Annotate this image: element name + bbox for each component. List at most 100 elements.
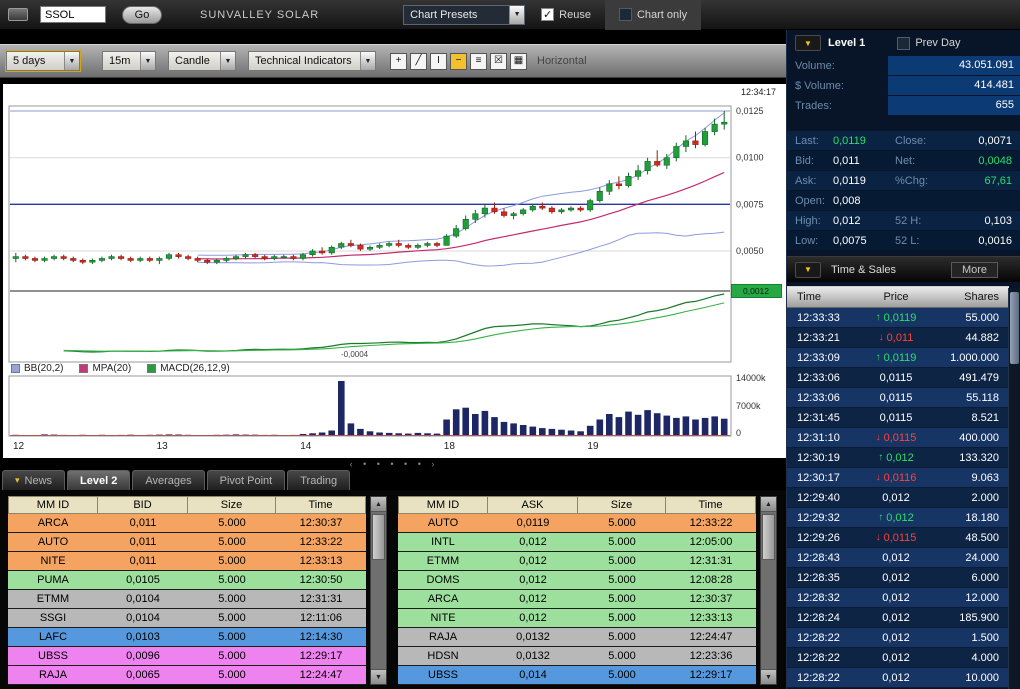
- time-sales-row[interactable]: 12:31:450,01158.521: [787, 408, 1009, 428]
- window-menu-icon[interactable]: [8, 8, 28, 21]
- go-button[interactable]: Go: [122, 6, 162, 24]
- level2-row[interactable]: UBSS0,00965.00012:29:17: [8, 647, 366, 666]
- chart-type-dropdown[interactable]: Candle ▼: [168, 51, 236, 71]
- time-sales-row[interactable]: 12:28:350,0126.000: [787, 568, 1009, 588]
- time-sales-row[interactable]: 12:28:220,0124.000: [787, 648, 1009, 668]
- scrollbar-thumb[interactable]: [762, 514, 775, 560]
- table-header-row: MM IDASKSizeTime: [398, 496, 756, 514]
- tab-news[interactable]: ▾News: [2, 470, 65, 490]
- tool-minus-icon[interactable]: −: [450, 53, 467, 70]
- time-sales-row[interactable]: 12:28:220,01210.000: [787, 668, 1009, 688]
- tool-ibeam-icon[interactable]: I: [430, 53, 447, 70]
- time-sales-row[interactable]: 12:28:240,012185.900: [787, 608, 1009, 628]
- time-sales-row[interactable]: 12:30:17↓0,01169.063: [787, 468, 1009, 488]
- tab-pivot-point[interactable]: Pivot Point: [207, 470, 286, 490]
- prev-day-checkbox-group[interactable]: Prev Day: [897, 37, 960, 50]
- tool-grid-icon[interactable]: ▦: [510, 53, 527, 70]
- time-sales-row[interactable]: 12:28:220,0121.500: [787, 628, 1009, 648]
- scroll-down-icon[interactable]: ▼: [371, 669, 386, 684]
- level1-header: ▼ Level 1 Prev Day: [787, 30, 1020, 56]
- time-sales-row[interactable]: 12:33:060,011555.118: [787, 388, 1009, 408]
- level2-row[interactable]: ETMM0,0125.00012:31:31: [398, 552, 756, 571]
- level2-row[interactable]: ETMM0,01045.00012:31:31: [8, 590, 366, 609]
- chevron-down-icon[interactable]: ▼: [64, 52, 79, 70]
- level2-row[interactable]: RAJA0,01325.00012:24:47: [398, 628, 756, 647]
- level2-row[interactable]: ARCA0,0115.00012:30:37: [8, 514, 366, 533]
- chart-only-checkbox[interactable]: [619, 8, 632, 21]
- chart-pager[interactable]: ‹ • • • • • ›: [0, 459, 788, 469]
- level2-row[interactable]: PUMA0,01055.00012:30:50: [8, 571, 366, 590]
- prev-day-label: Prev Day: [915, 37, 960, 49]
- chart-presets-dropdown[interactable]: Chart Presets ▼: [403, 5, 525, 25]
- time-sales-row[interactable]: 12:30:19↑0,012133.320: [787, 448, 1009, 468]
- level2-row[interactable]: INTL0,0125.00012:05:00: [398, 533, 756, 552]
- chevron-down-icon[interactable]: ▼: [140, 52, 155, 70]
- candlestick-chart[interactable]: 0,01250,01000,00750,005014000k7000k01213…: [3, 84, 786, 458]
- level2-row[interactable]: DOMS0,0125.00012:08:28: [398, 571, 756, 590]
- chart-only-checkbox-group[interactable]: Chart only: [605, 0, 701, 30]
- time-sales-row[interactable]: 12:33:21↓0,01144.882: [787, 328, 1009, 348]
- level2-row[interactable]: AUTO0,0115.00012:33:22: [8, 533, 366, 552]
- tab-level-2[interactable]: Level 2: [67, 470, 130, 490]
- level2-row[interactable]: NITE0,0115.00012:33:13: [8, 552, 366, 571]
- chevron-down-icon[interactable]: ▼: [360, 52, 375, 70]
- range-dropdown[interactable]: 5 days ▼: [6, 51, 80, 71]
- level2-row[interactable]: NITE0,0125.00012:33:13: [398, 609, 756, 628]
- price-chart[interactable]: 0,01250,01000,00750,005014000k7000k01213…: [3, 84, 786, 458]
- tab-trading[interactable]: Trading: [287, 470, 350, 490]
- level2-row[interactable]: LAFC0,01035.00012:14:30: [8, 628, 366, 647]
- interval-dropdown[interactable]: 15m ▼: [102, 51, 156, 71]
- time-sales-row[interactable]: 12:33:09↑0,01191.000.000: [787, 348, 1009, 368]
- time-sales-row[interactable]: 12:28:430,01224.000: [787, 548, 1009, 568]
- tool-plus-icon[interactable]: +: [390, 53, 407, 70]
- level2-row[interactable]: ARCA0,0125.00012:30:37: [398, 590, 756, 609]
- scroll-down-icon[interactable]: ▼: [761, 669, 776, 684]
- time-sales-row[interactable]: 12:29:400,0122.000: [787, 488, 1009, 508]
- more-button[interactable]: More: [951, 262, 998, 278]
- prev-day-checkbox[interactable]: [897, 37, 910, 50]
- symbol-input[interactable]: [40, 6, 106, 23]
- reuse-checkbox[interactable]: ✓: [541, 8, 554, 21]
- time-sales-row[interactable]: 12:31:10↓0,0115400.000: [787, 428, 1009, 448]
- scrollbar-thumb[interactable]: [1010, 292, 1019, 364]
- level2-ask-table: MM IDASKSizeTimeAUTO0,01195.00012:33:22I…: [398, 496, 756, 685]
- level2-row[interactable]: UBSS0,0145.00012:29:17: [398, 666, 756, 685]
- price-up-icon: ↑: [876, 352, 881, 364]
- scroll-up-icon[interactable]: ▲: [761, 497, 776, 512]
- legend-swatch-icon: [79, 364, 88, 373]
- tab-averages[interactable]: Averages: [132, 470, 204, 490]
- time-sales-row[interactable]: 12:33:33↑0,011955.000: [787, 308, 1009, 328]
- time-sales-rows: 12:33:33↑0,011955.00012:33:21↓0,01144.88…: [787, 308, 1009, 688]
- svg-text:0,0050: 0,0050: [736, 246, 764, 256]
- level2-row[interactable]: AUTO0,01195.00012:33:22: [398, 514, 756, 533]
- time-sales-row[interactable]: 12:29:26↓0,011548.500: [787, 528, 1009, 548]
- ask-table-scrollbar[interactable]: ▲ ▼: [760, 496, 777, 685]
- scrollbar-thumb[interactable]: [372, 514, 385, 560]
- level2-row[interactable]: RAJA0,00655.00012:24:47: [8, 666, 366, 685]
- chevron-down-icon[interactable]: ▼: [220, 52, 235, 70]
- tool-lines-icon[interactable]: ≡: [470, 53, 487, 70]
- column-header: ASK: [488, 496, 578, 514]
- time-sales-scrollbar[interactable]: [1008, 288, 1020, 689]
- time-sales-row[interactable]: 12:29:32↑0,01218.180: [787, 508, 1009, 528]
- time-sales-row[interactable]: 12:28:320,01212.000: [787, 588, 1009, 608]
- dropdown-arrow-icon[interactable]: ▼: [795, 262, 821, 278]
- price-up-icon: ↑: [878, 512, 883, 524]
- scroll-up-icon[interactable]: ▲: [371, 497, 386, 512]
- level1-title: Level 1: [828, 37, 865, 49]
- time-sales-bar: ▼ Time & Sales More: [787, 256, 1020, 282]
- level2-row[interactable]: SSGI0,01045.00012:11:06: [8, 609, 366, 628]
- svg-text:12: 12: [13, 441, 25, 452]
- dropdown-arrow-icon[interactable]: ▼: [795, 35, 821, 51]
- chevron-down-icon[interactable]: ▼: [509, 6, 524, 24]
- reuse-checkbox-group[interactable]: ✓ Reuse: [541, 8, 591, 21]
- level2-row[interactable]: HDSN0,01325.00012:23:36: [398, 647, 756, 666]
- technical-indicators-dropdown[interactable]: Technical Indicators ▼: [248, 51, 376, 71]
- bid-table-scrollbar[interactable]: ▲ ▼: [370, 496, 387, 685]
- interval-label: 15m: [103, 52, 140, 70]
- svg-text:0: 0: [736, 428, 741, 438]
- tool-delete-icon[interactable]: ☒: [490, 53, 507, 70]
- time-sales-row[interactable]: 12:33:060,0115491.479: [787, 368, 1009, 388]
- tool-slash-icon[interactable]: ╱: [410, 53, 427, 70]
- chart-clock: 12:34:17: [741, 87, 776, 97]
